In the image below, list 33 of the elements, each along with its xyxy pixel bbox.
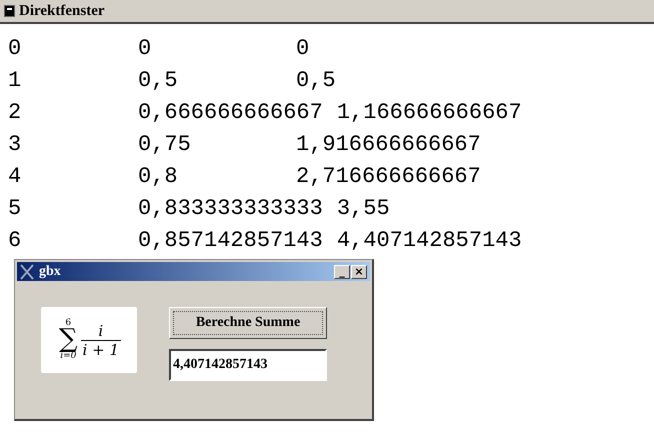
- output-value: 2,716666666667: [296, 164, 481, 188]
- output-value: 0,5: [296, 68, 336, 92]
- output-value: 0,857142857143: [138, 228, 323, 252]
- dialog-title: gbx: [39, 264, 62, 280]
- fraction-denominator: i + 1: [82, 340, 119, 358]
- close-button[interactable]: ×: [351, 264, 367, 278]
- window-icon: [4, 5, 15, 17]
- output-value: 5: [8, 196, 22, 220]
- output-value: 0: [8, 36, 22, 60]
- output-value: 0,8: [138, 164, 179, 188]
- output-value: 3: [8, 132, 22, 156]
- x-logo-icon: [19, 264, 35, 280]
- output-value: 0: [138, 36, 152, 60]
- output-value: 0,666666666667: [138, 100, 323, 124]
- output-value: 0,833333333333: [138, 196, 323, 220]
- window-title: Direktfenster: [19, 2, 105, 20]
- output-value: 1,916666666667: [296, 132, 481, 156]
- output-value: 4: [8, 164, 22, 188]
- calculate-button[interactable]: Berechne Summe: [169, 307, 327, 339]
- result-field[interactable]: 4,407142857143: [169, 349, 327, 381]
- sum-upper-limit: 6: [65, 319, 72, 328]
- sum-symbol: ∑: [58, 328, 78, 352]
- minimize-button[interactable]: _: [334, 264, 350, 278]
- output-value: 4,407142857143: [336, 228, 522, 252]
- output-value: 3,55: [336, 196, 390, 220]
- output-value: 2: [8, 100, 22, 124]
- output-value: 0: [296, 36, 310, 60]
- output-value: 6: [8, 228, 22, 252]
- fraction-numerator: i: [80, 322, 121, 340]
- output-value: 1: [8, 68, 22, 92]
- output-value: 0,5: [138, 68, 179, 92]
- output-value: 1,166666666667: [336, 100, 522, 124]
- output-value: 0,75: [138, 132, 192, 156]
